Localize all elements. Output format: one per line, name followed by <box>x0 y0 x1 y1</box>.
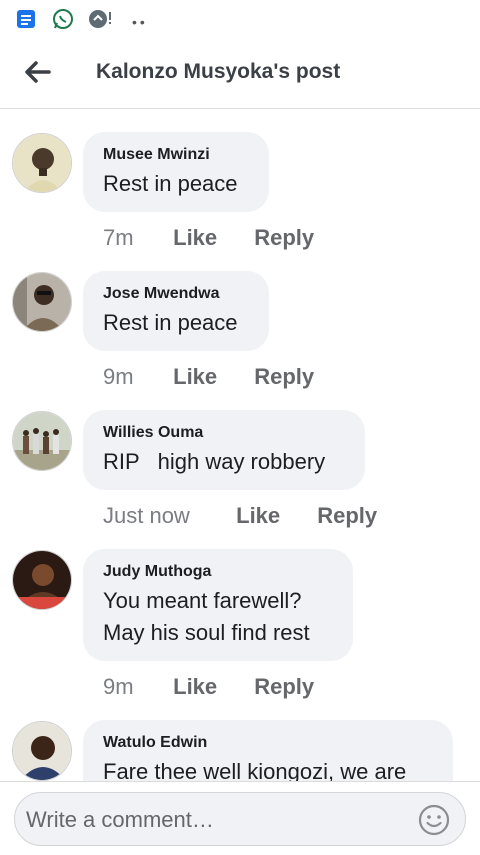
page-title: Kalonzo Musyoka's post <box>96 60 341 83</box>
emoji-icon <box>418 804 450 836</box>
comment-bubble[interactable]: Watulo Edwin Fare thee well kiongozi, we… <box>83 720 453 781</box>
comment-author[interactable]: Willies Ouma <box>103 422 345 444</box>
comment-bubble[interactable]: Willies Ouma RIP high way robbery <box>83 410 365 490</box>
comments-list[interactable]: Musee Mwinzi Rest in peace 7m Like Reply… <box>0 109 480 781</box>
comment-author[interactable]: Judy Muthoga <box>103 561 333 583</box>
comment-actions: 9m Like Reply <box>103 364 314 390</box>
avatar[interactable] <box>12 550 72 610</box>
app-notification-icon <box>88 7 112 31</box>
status-bar: •• <box>0 0 480 38</box>
comment-text: Fare thee well kiongozi, we are <box>103 759 407 781</box>
reply-button[interactable]: Reply <box>254 674 314 700</box>
comment-time[interactable]: 9m <box>103 674 167 700</box>
like-button[interactable]: Like <box>173 225 248 251</box>
like-button[interactable]: Like <box>236 503 311 529</box>
back-arrow-icon <box>25 61 51 83</box>
reply-button[interactable]: Reply <box>254 225 314 251</box>
more-notifications-icon: •• <box>132 14 148 30</box>
comment-text: Rest in peace <box>103 310 238 335</box>
avatar[interactable] <box>12 133 72 193</box>
comment-time[interactable]: Just now <box>103 503 230 529</box>
comment-bubble[interactable]: Jose Mwendwa Rest in peace <box>83 271 269 351</box>
comment-bubble[interactable]: Musee Mwinzi Rest in peace <box>83 132 269 212</box>
emoji-button[interactable] <box>417 803 451 837</box>
comment-text: RIP high way robbery <box>103 449 326 474</box>
comment-text-line: May his soul find rest <box>103 620 310 645</box>
like-button[interactable]: Like <box>173 364 248 390</box>
comment-actions: Just now Like Reply <box>103 503 377 529</box>
like-button[interactable]: Like <box>173 674 248 700</box>
reply-button[interactable]: Reply <box>254 364 314 390</box>
comment-text: Rest in peace <box>103 171 238 196</box>
reply-button[interactable]: Reply <box>317 503 377 529</box>
comment-actions: 9m Like Reply <box>103 674 314 700</box>
back-button[interactable] <box>20 55 54 89</box>
comment-author[interactable]: Musee Mwinzi <box>103 144 249 166</box>
comment-actions: 7m Like Reply <box>103 225 314 251</box>
comment-input-placeholder: Write a comment… <box>26 807 214 832</box>
comment-author[interactable]: Jose Mwendwa <box>103 283 249 305</box>
comment-time[interactable]: 9m <box>103 364 167 390</box>
avatar[interactable] <box>12 721 72 781</box>
comment-text-line: You meant farewell? <box>103 588 302 613</box>
comment-time[interactable]: 7m <box>103 225 167 251</box>
whatsapp-icon <box>51 7 75 31</box>
app-bar: Kalonzo Musyoka's post <box>0 38 480 109</box>
avatar[interactable] <box>12 411 72 471</box>
comment-bubble[interactable]: Judy Muthoga You meant farewell? May his… <box>83 549 353 661</box>
docs-icon <box>14 7 38 31</box>
comment-composer: Write a comment… <box>0 781 480 855</box>
comment-input[interactable]: Write a comment… <box>14 792 466 846</box>
comment-author[interactable]: Watulo Edwin <box>103 732 433 754</box>
avatar[interactable] <box>12 272 72 332</box>
